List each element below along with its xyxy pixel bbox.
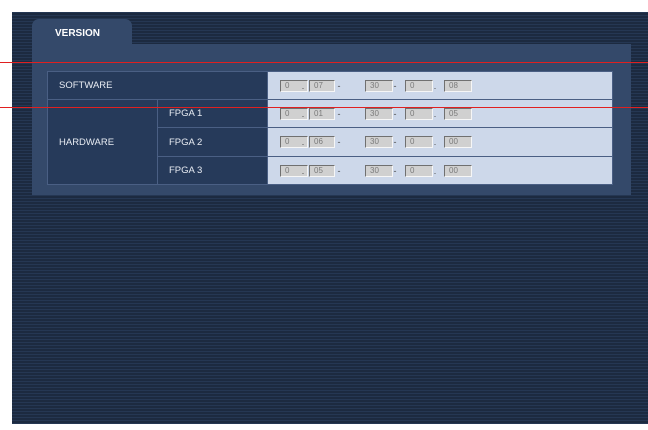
fpga1-version-fields: 0. 01-30-0. 05 (268, 100, 612, 127)
version-separator: . (301, 108, 305, 119)
fpga1-label: FPGA 1 (158, 100, 267, 127)
version-separator: - (337, 80, 341, 91)
version-field[interactable]: 05 (444, 107, 472, 120)
version-separator: . (301, 80, 305, 91)
software-value-cell: 0. 07-30-0. 08 (268, 72, 612, 99)
version-field[interactable]: 01 (309, 107, 335, 120)
version-field[interactable]: 0 (405, 164, 433, 177)
version-separator: - (393, 108, 397, 119)
version-separator: . (301, 165, 305, 176)
version-separator: . (301, 137, 305, 147)
version-field[interactable]: 00 (444, 136, 472, 148)
software-label: SOFTWARE (48, 72, 267, 99)
fpga2-label: FPGA 2 (158, 128, 267, 156)
version-field[interactable]: 30 (365, 107, 393, 120)
hardware-label: HARDWARE (48, 100, 157, 184)
version-separator: . (433, 137, 437, 147)
annotation-line-bottom (0, 107, 648, 108)
version-separator: - (393, 137, 397, 147)
version-field[interactable]: 05 (309, 164, 335, 177)
tab-version[interactable]: VERSION (32, 19, 132, 45)
version-field[interactable]: 30 (365, 136, 393, 148)
version-field[interactable]: 07 (309, 79, 335, 92)
fpga2-value-cell: 0. 06-30-0. 00 (268, 128, 612, 156)
fpga3-label: FPGA 3 (158, 157, 267, 184)
fpga3-value-cell: 0. 05-30-0. 00 (268, 157, 612, 184)
hardware-label-text: HARDWARE (59, 136, 115, 148)
version-field[interactable]: 00 (444, 164, 472, 177)
version-separator: - (337, 108, 341, 119)
software-label-text: SOFTWARE (59, 80, 113, 91)
fpga3-label-text: FPGA 3 (169, 165, 203, 176)
version-field[interactable]: 30 (365, 79, 393, 92)
fpga1-value-cell: 0. 01-30-0. 05 (268, 100, 612, 127)
version-field[interactable]: 0 (405, 107, 433, 120)
version-separator: - (337, 137, 341, 147)
version-separator: - (393, 80, 397, 91)
version-separator: - (393, 165, 397, 176)
fpga2-label-text: FPGA 2 (169, 136, 203, 148)
version-field[interactable]: 0 (405, 136, 433, 148)
version-field[interactable]: 0 (405, 79, 433, 92)
fpga2-version-fields: 0. 06-30-0. 00 (268, 128, 612, 156)
version-separator: . (433, 80, 437, 91)
version-separator: - (337, 165, 341, 176)
software-version-fields: 0. 07-30-0. 08 (268, 72, 612, 99)
version-separator: . (433, 108, 437, 119)
version-field[interactable]: 08 (444, 79, 472, 92)
version-field[interactable]: 06 (309, 136, 335, 148)
fpga1-label-text: FPGA 1 (169, 108, 203, 119)
version-field[interactable]: 30 (365, 164, 393, 177)
version-separator: . (433, 165, 437, 176)
fpga3-version-fields: 0. 05-30-0. 00 (268, 157, 612, 184)
annotation-line-top (0, 62, 648, 63)
